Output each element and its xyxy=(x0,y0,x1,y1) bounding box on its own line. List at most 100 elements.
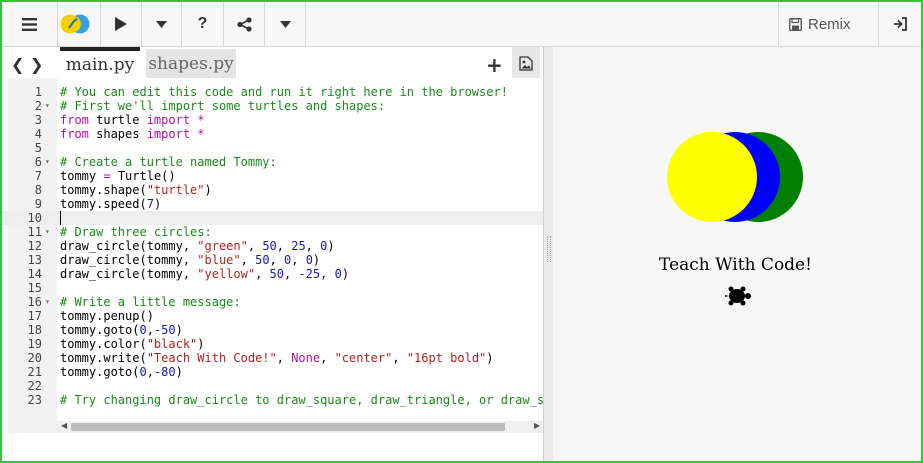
code-token: 50 xyxy=(262,239,277,253)
line-number: 23 xyxy=(27,393,42,407)
line-number: 21 xyxy=(27,365,42,379)
code-token: 0 xyxy=(305,253,313,267)
code-line[interactable]: 6 ▾ # Create a turtle named Tommy: xyxy=(2,155,543,169)
code-text: tommy.goto(0,-50) xyxy=(60,323,183,337)
code-line[interactable]: 13 draw_circle(tommy, "blue", 50, 0, 0) xyxy=(2,253,543,267)
text-cursor xyxy=(60,211,61,225)
code-line[interactable]: 14 draw_circle(tommy, "yellow", 50, -25, … xyxy=(2,267,543,281)
code-token: ) xyxy=(327,239,335,253)
fold-toggle-icon[interactable]: ▾ xyxy=(45,99,50,113)
line-number: 18 xyxy=(27,323,42,337)
code-text: tommy.speed(7) xyxy=(60,197,161,211)
code-token: None xyxy=(291,351,321,365)
splitter-grip-icon[interactable] xyxy=(547,236,551,262)
code-token: draw_circle(tommy, xyxy=(60,239,198,253)
code-line[interactable]: 19 tommy.color("black") xyxy=(2,337,543,351)
code-token: # Draw three circles: xyxy=(60,225,212,239)
code-line[interactable]: 10 xyxy=(2,211,543,225)
horizontal-scrollbar[interactable]: ◀ ▶ xyxy=(57,421,543,433)
share-icon xyxy=(236,16,252,32)
toolbar: ? Remix xyxy=(2,2,921,47)
code-line[interactable]: 17 tommy.penup() xyxy=(2,309,543,323)
code-line[interactable]: 5 xyxy=(2,141,543,155)
save-icon xyxy=(789,17,802,31)
code-line[interactable]: 23 # Try changing draw_circle to draw_squ… xyxy=(2,393,543,407)
fold-toggle-icon[interactable]: ▾ xyxy=(45,225,50,239)
code-line[interactable]: 4 from shapes import * xyxy=(2,127,543,141)
code-text: # First we'll import some turtles and sh… xyxy=(60,99,385,113)
sign-in-button[interactable] xyxy=(878,2,922,46)
code-line[interactable]: 2 ▾ # First we'll import some turtles and … xyxy=(2,99,543,113)
code-token: * xyxy=(197,127,205,141)
run-button[interactable] xyxy=(100,2,142,46)
image-manager-button[interactable] xyxy=(512,47,540,79)
hamburger-icon xyxy=(22,17,37,31)
code-line[interactable]: 7 tommy = Turtle() xyxy=(2,169,543,183)
code-line[interactable]: 1 # You can edit this code and run it rig… xyxy=(2,85,543,99)
scrollbar-thumb[interactable] xyxy=(71,423,505,431)
code-line[interactable]: 21 tommy.goto(0,-80) xyxy=(2,365,543,379)
share-options-button[interactable] xyxy=(265,2,306,46)
code-text: # Try changing draw_circle to draw_squar… xyxy=(60,393,543,407)
code-text: tommy.color("black") xyxy=(60,337,205,351)
line-number: 13 xyxy=(27,253,42,267)
code-token: ) xyxy=(312,253,321,267)
code-text: from shapes import * xyxy=(60,127,205,141)
code-line[interactable]: 15 xyxy=(2,281,543,295)
code-token: 7 xyxy=(146,197,154,211)
turtle-drawing xyxy=(667,132,803,306)
code-line[interactable]: 9 tommy.speed(7) xyxy=(2,197,543,211)
code-line[interactable]: 18 tommy.goto(0,-50) xyxy=(2,323,543,337)
code-text: # Write a little message: xyxy=(60,295,241,309)
code-line[interactable]: 22 xyxy=(2,379,543,393)
run-options-button[interactable] xyxy=(141,2,182,46)
code-token: -50 xyxy=(153,323,176,337)
code-token: tommy.speed( xyxy=(60,197,147,211)
fold-toggle-icon[interactable]: ▾ xyxy=(45,155,50,169)
share-button[interactable] xyxy=(224,2,265,46)
code-text: # You can edit this code and run it righ… xyxy=(60,85,508,99)
code-token: "16pt bold" xyxy=(406,351,487,365)
scroll-right-icon[interactable]: ▶ xyxy=(534,421,540,430)
code-line[interactable]: 8 tommy.shape("turtle") xyxy=(2,183,543,197)
code-token: 0 xyxy=(334,267,342,281)
chevron-right-icon[interactable]: ❯ xyxy=(30,55,43,74)
line-number: 19 xyxy=(27,337,42,351)
code-line[interactable]: 20 tommy.write("Teach With Code!", None, … xyxy=(2,351,543,365)
chevron-left-icon[interactable]: ❮ xyxy=(11,55,24,74)
code-token: , xyxy=(146,323,154,337)
code-line[interactable]: 11 ▾ # Draw three circles: xyxy=(2,225,543,239)
code-text: draw_circle(tommy, "blue", 50, 0, 0) xyxy=(60,253,320,267)
menu-button[interactable] xyxy=(2,2,58,46)
code-token: 50 xyxy=(269,267,284,281)
line-number: 17 xyxy=(27,309,42,323)
code-line[interactable]: 12 draw_circle(tommy, "green", 50, 25, 0) xyxy=(2,239,543,253)
code-text: tommy.goto(0,-80) xyxy=(60,365,183,379)
code-token: tommy.color( xyxy=(60,337,147,351)
tab-shapes-py[interactable]: shapes.py xyxy=(146,49,236,79)
code-token: tommy.shape( xyxy=(60,183,147,197)
code-token: ) xyxy=(204,183,212,197)
output-canvas: Teach With Code! xyxy=(553,47,921,461)
code-token: , xyxy=(255,267,270,281)
add-file-icon[interactable]: + xyxy=(486,53,503,77)
scroll-left-icon[interactable]: ◀ xyxy=(61,421,67,430)
line-number: 15 xyxy=(27,281,42,295)
line-number: 10 xyxy=(27,211,42,225)
line-number: 11 xyxy=(27,225,42,239)
code-token: ) xyxy=(175,323,183,337)
fold-toggle-icon[interactable]: ▾ xyxy=(45,295,50,309)
code-line[interactable]: 3 from turtle import * xyxy=(2,113,543,127)
code-token: "black" xyxy=(146,337,198,351)
code-token: , xyxy=(320,351,335,365)
code-area[interactable]: 1 # You can edit this code and run it rig… xyxy=(2,78,543,433)
help-button[interactable]: ? xyxy=(182,2,224,46)
code-line[interactable]: 16 ▾ # Write a little message: xyxy=(2,295,543,309)
code-token: ) xyxy=(486,351,494,365)
tab-main-py[interactable]: main.py xyxy=(60,47,140,79)
code-token: from xyxy=(60,113,89,127)
remix-button[interactable]: Remix xyxy=(778,2,881,46)
code-token: # You can edit this code and run it righ… xyxy=(60,85,508,99)
tab-label: shapes.py xyxy=(148,54,234,74)
code-text: tommy.penup() xyxy=(60,309,154,323)
